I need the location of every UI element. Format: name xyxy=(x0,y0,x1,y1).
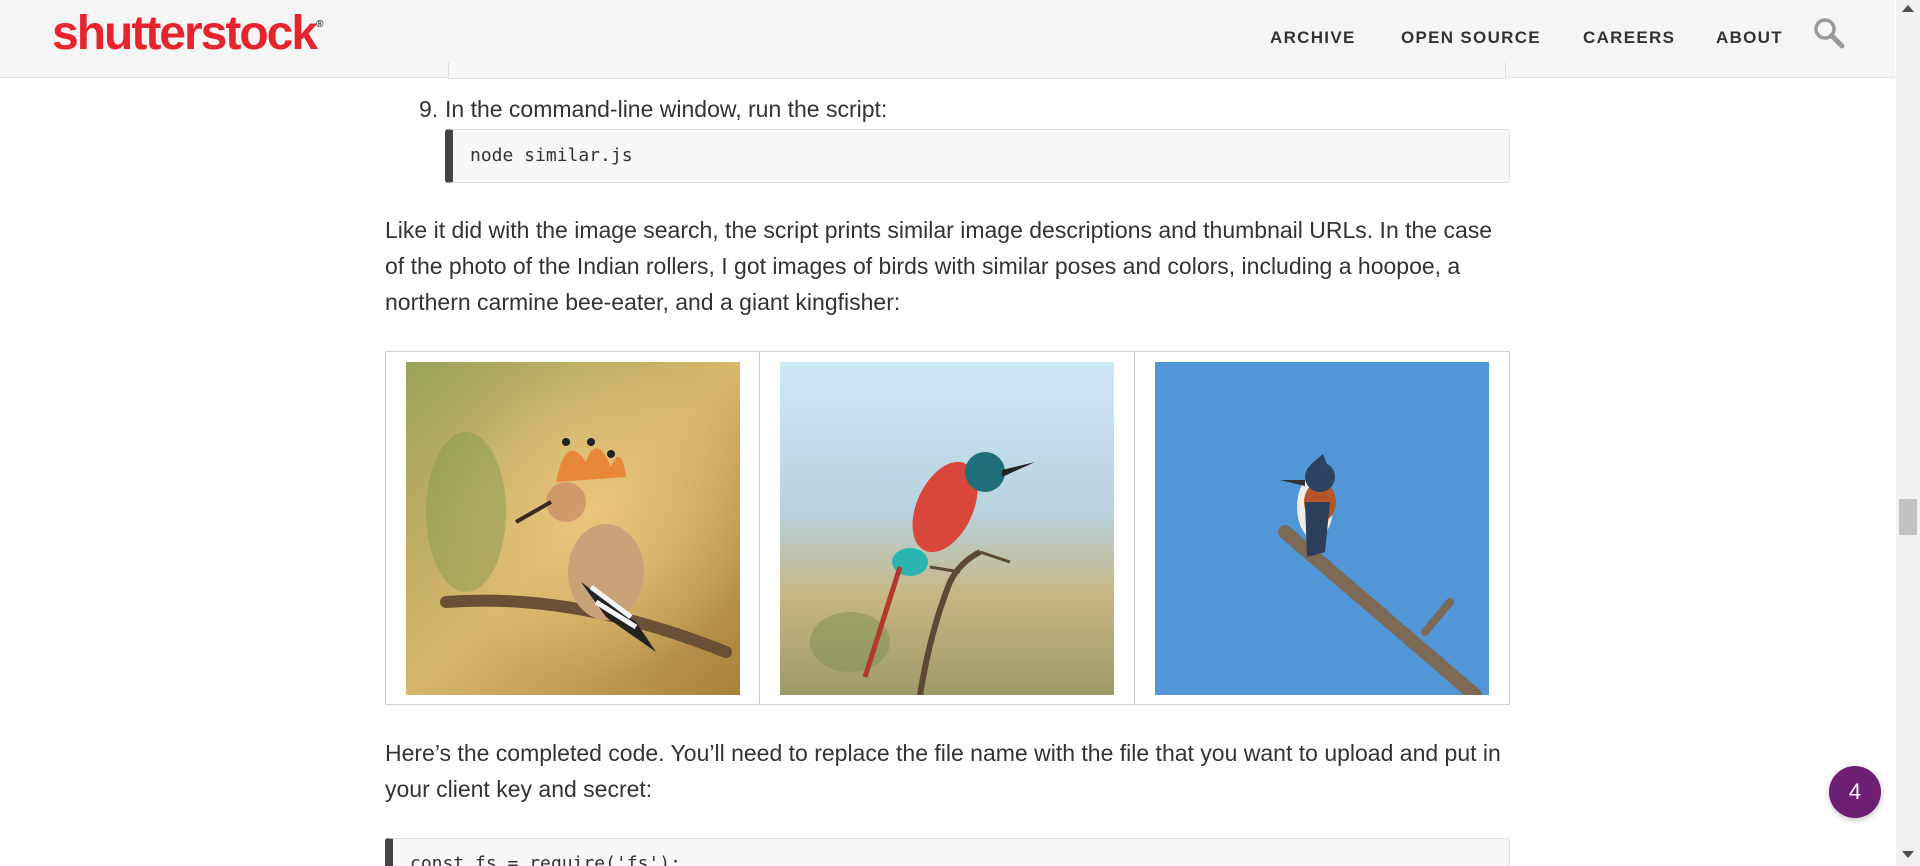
previous-code-block xyxy=(448,62,1506,79)
code-block-completed: const fs = require('fs'); xyxy=(385,838,1510,866)
list-item-text: In the command-line window, run the scri… xyxy=(445,96,888,122)
image-gallery xyxy=(385,351,1510,705)
nav-careers[interactable]: CAREERS xyxy=(1583,28,1675,48)
scroll-up-icon[interactable] xyxy=(1902,5,1914,12)
nav-archive[interactable]: ARCHIVE xyxy=(1270,28,1356,48)
hoopoe-photo[interactable] xyxy=(406,362,740,695)
code-block-run-script: node similar.js xyxy=(445,129,1510,183)
nav-about[interactable]: ABOUT xyxy=(1716,28,1783,48)
scrollbar-thumb[interactable] xyxy=(1899,499,1917,535)
main-nav: ARCHIVE xyxy=(1270,28,1356,48)
list-number: 9. xyxy=(419,96,439,122)
shutterstock-logo[interactable]: shutterstock® xyxy=(52,10,323,58)
article-paragraph: Like it did with the image search, the s… xyxy=(385,217,1493,315)
nav-open-source[interactable]: OPEN SOURCE xyxy=(1401,28,1541,48)
gallery-cell-kingfisher xyxy=(1135,352,1509,704)
page-scrollbar[interactable] xyxy=(1896,0,1920,866)
main-nav-4: ABOUT xyxy=(1716,28,1783,48)
article-paragraph-2: Here’s the completed code. You’ll need t… xyxy=(385,740,1501,802)
gallery-cell-hoopoe xyxy=(386,352,761,704)
main-nav-2: OPEN SOURCE xyxy=(1401,28,1541,48)
notification-badge[interactable]: 4 xyxy=(1829,766,1881,818)
bee-eater-photo[interactable] xyxy=(780,362,1115,695)
gallery-cell-bee-eater xyxy=(760,352,1135,704)
scroll-down-icon[interactable] xyxy=(1902,851,1914,858)
search-icon[interactable] xyxy=(1813,17,1845,49)
code-line: node similar.js xyxy=(470,145,633,166)
kingfisher-photo[interactable] xyxy=(1154,362,1489,695)
code-line: const fs = require('fs'); xyxy=(410,853,681,866)
main-nav-3: CAREERS xyxy=(1583,28,1675,48)
